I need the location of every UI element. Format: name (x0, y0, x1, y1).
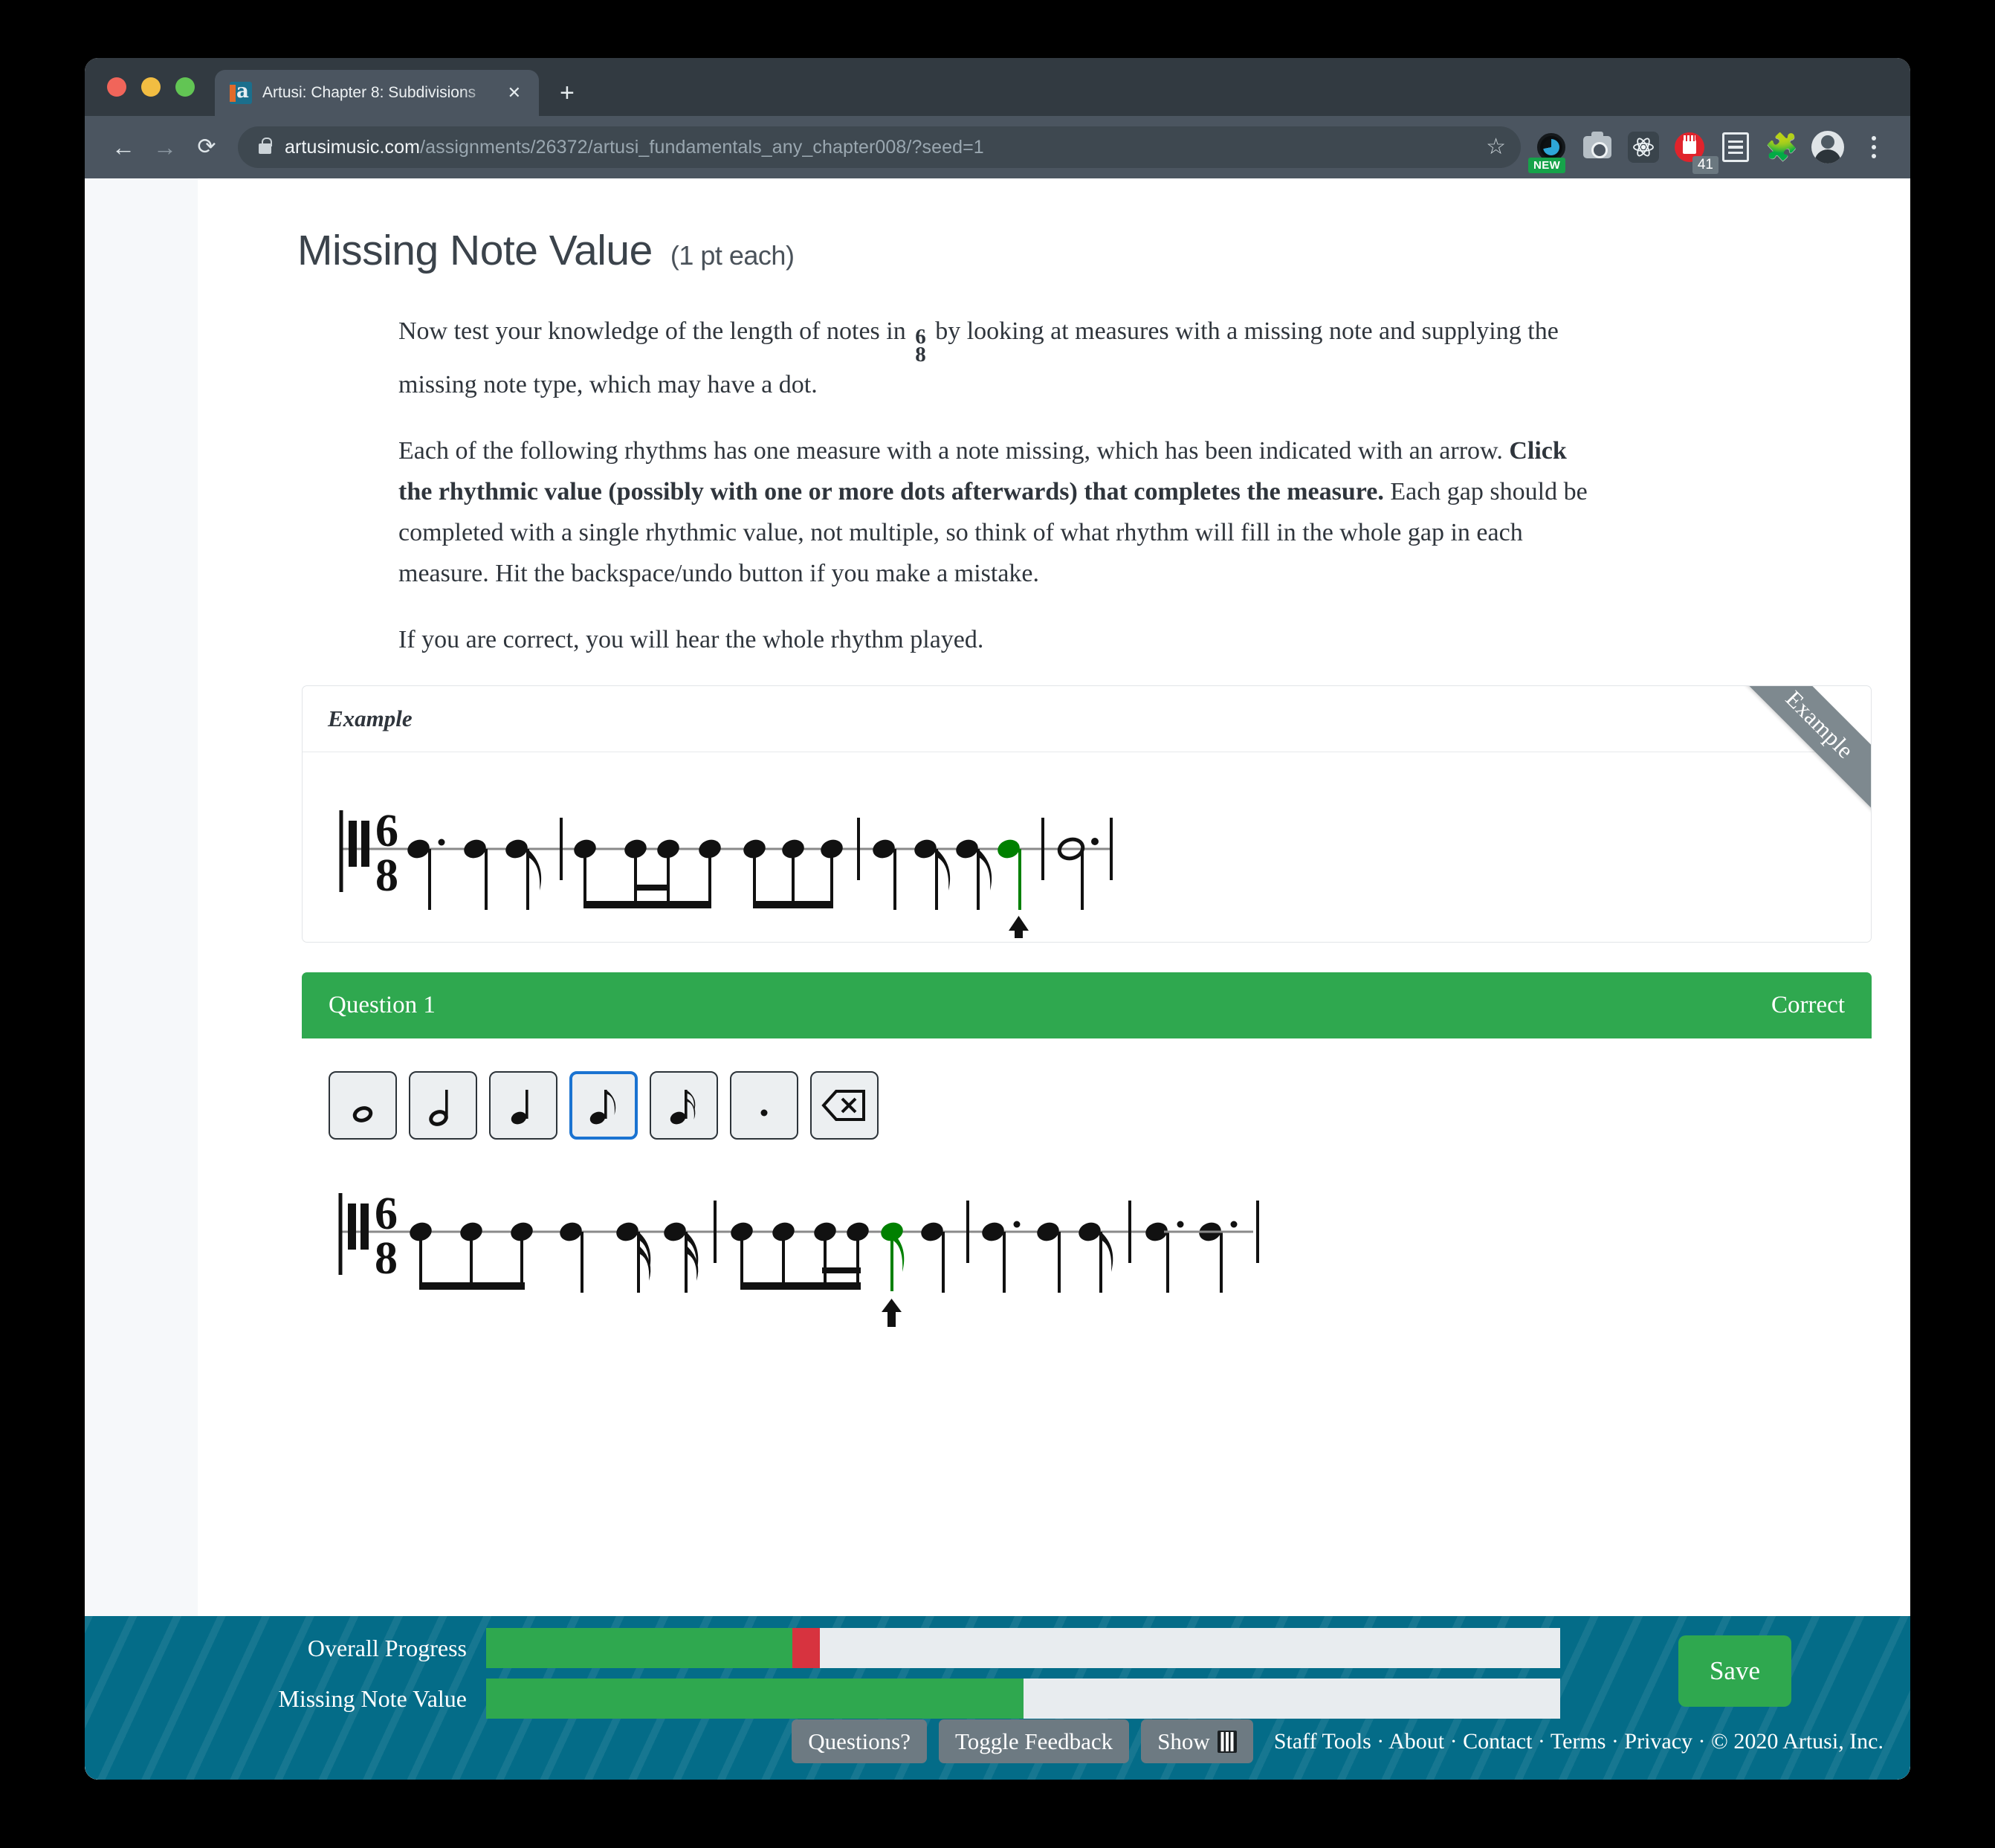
question-arrow-icon (882, 1299, 902, 1327)
instruction-paragraph-2: Each of the following rhythms has one me… (398, 430, 1603, 594)
instructions: Now test your knowledge of the length of… (398, 311, 1603, 660)
adblock-extension-icon[interactable]: 41 (1672, 130, 1718, 174)
time-signature-inline: 6 8 (915, 326, 926, 366)
extensions-row: NEW 41 🧩 (1528, 130, 1891, 174)
example-arrow-icon (1009, 916, 1029, 942)
new-tab-button[interactable]: + (560, 80, 575, 106)
page-title: Missing Note Value (1 pt each) (297, 226, 1910, 275)
url-domain: artusimusic.com (285, 136, 421, 158)
piano-keyboard-icon (1217, 1730, 1237, 1753)
progress-row-assignment: Missing Note Value (85, 1679, 1560, 1719)
footer-links[interactable]: Staff Tools · About · Contact · Terms · … (1274, 1729, 1884, 1754)
question-notation: 6 8 (302, 1140, 1872, 1362)
artusi-favicon-icon (230, 82, 252, 104)
questions-button[interactable]: Questions? (792, 1719, 928, 1763)
puzzle-extensions-icon[interactable]: 🧩 (1765, 130, 1799, 164)
instruction-paragraph-1: Now test your knowledge of the length of… (398, 311, 1603, 405)
svg-text:6: 6 (375, 806, 398, 856)
browser-menu-icon[interactable] (1857, 130, 1891, 164)
example-notation: 6 8 (303, 752, 1871, 942)
quarter-note-button[interactable] (489, 1071, 557, 1140)
footer-actions: Questions? Toggle Feedback Show Staff To… (792, 1719, 1884, 1763)
svg-text:6: 6 (375, 1189, 398, 1239)
reader-extension-icon[interactable] (1718, 130, 1753, 164)
questions-button-label: Questions? (808, 1728, 911, 1754)
half-note-button[interactable] (409, 1071, 477, 1140)
progress-row-overall: Overall Progress (85, 1628, 1560, 1668)
url-text: artusimusic.com/assignments/26372/artusi… (285, 137, 984, 158)
lock-icon (259, 138, 272, 154)
note-value-palette (302, 1038, 1872, 1140)
browser-window: Artusi: Chapter 8: Subdivisions ✕ + ← → … (85, 58, 1910, 1780)
timesig-bottom: 8 (915, 342, 926, 366)
new-badge: NEW (1528, 158, 1566, 173)
react-devtools-icon[interactable] (1626, 130, 1661, 164)
maximize-window-button[interactable] (175, 77, 195, 97)
example-card-header: Example (303, 686, 1871, 752)
address-bar[interactable]: artusimusic.com/assignments/26372/artusi… (238, 126, 1521, 168)
url-path: /assignments/26372/artusi_fundamentals_a… (420, 136, 984, 158)
show-button-label: Show (1157, 1728, 1210, 1754)
overall-progress-bar (486, 1628, 1560, 1668)
clock-extension-icon[interactable]: NEW (1528, 130, 1568, 173)
svg-text:8: 8 (375, 850, 398, 901)
minimize-window-button[interactable] (141, 77, 161, 97)
sixteenth-note-button[interactable] (650, 1071, 718, 1140)
whole-note-button[interactable] (329, 1071, 397, 1140)
save-button[interactable]: Save (1678, 1635, 1791, 1707)
example-card: Example Example 6 8 (302, 685, 1872, 943)
camera-extension-icon[interactable] (1580, 130, 1614, 164)
question-card: Question 1 Correct 6 8 (302, 972, 1872, 1362)
question-answer-note (881, 1222, 905, 1291)
page-footer: Overall Progress Missing Note Value Save (85, 1616, 1910, 1780)
overall-progress-correct (486, 1628, 792, 1668)
missing-note-value-label: Missing Note Value (278, 1684, 467, 1712)
eighth-note-button[interactable] (569, 1071, 638, 1140)
toggle-feedback-button[interactable]: Toggle Feedback (939, 1719, 1130, 1763)
assignment-progress-correct (486, 1679, 1024, 1719)
browser-tab[interactable]: Artusi: Chapter 8: Subdivisions ✕ (215, 70, 539, 116)
p2-part-a: Each of the following rhythms has one me… (398, 436, 1503, 465)
backspace-button[interactable] (810, 1071, 879, 1140)
question-music-staff[interactable]: 6 8 (302, 1157, 1870, 1328)
toggle-feedback-label: Toggle Feedback (955, 1728, 1113, 1754)
progress-area: Overall Progress Missing Note Value (85, 1628, 1560, 1719)
example-answer-note (998, 839, 1021, 910)
example-music-staff[interactable]: 6 8 (303, 752, 1871, 942)
question-header: Question 1 Correct (302, 972, 1872, 1038)
show-keyboard-button[interactable]: Show (1141, 1719, 1253, 1763)
window-controls (107, 77, 195, 97)
example-staff-area: 6 8 (303, 752, 1871, 942)
page-left-gutter (85, 178, 198, 1780)
page-title-text: Missing Note Value (297, 227, 653, 274)
points-label: (1 pt each) (670, 240, 795, 271)
missing-note-value-progress-bar (486, 1679, 1560, 1719)
main-column: Missing Note Value (1 pt each) Now test … (198, 178, 1910, 1780)
instruction-paragraph-3: If you are correct, you will hear the wh… (398, 625, 984, 653)
browser-tab-strip: Artusi: Chapter 8: Subdivisions ✕ + (85, 58, 1910, 116)
overall-progress-label: Overall Progress (307, 1634, 467, 1661)
close-tab-icon[interactable]: ✕ (503, 82, 526, 104)
page-content: Missing Note Value (1 pt each) Now test … (85, 178, 1910, 1780)
status-badge: Correct (1771, 992, 1845, 1018)
question-label: Question 1 (329, 992, 436, 1018)
footer-links-text: Staff Tools · About · Contact · Terms · … (1273, 1728, 1884, 1754)
forward-icon[interactable]: → (144, 126, 186, 168)
svg-text:8: 8 (375, 1233, 398, 1284)
back-icon[interactable]: ← (103, 126, 144, 168)
tab-title: Artusi: Chapter 8: Subdivisions (262, 84, 476, 101)
augmentation-dot-button[interactable] (730, 1071, 798, 1140)
bookmark-star-icon[interactable]: ☆ (1486, 136, 1506, 158)
p1-before: Now test your knowledge of the length of… (398, 317, 906, 345)
overall-progress-incorrect (792, 1628, 821, 1668)
close-window-button[interactable] (107, 77, 126, 97)
profile-avatar[interactable] (1811, 130, 1845, 164)
reload-icon[interactable]: ⟳ (186, 126, 227, 168)
blocked-count-badge: 41 (1692, 156, 1718, 174)
browser-toolbar: ← → ⟳ artusimusic.com/assignments/26372/… (85, 116, 1910, 178)
